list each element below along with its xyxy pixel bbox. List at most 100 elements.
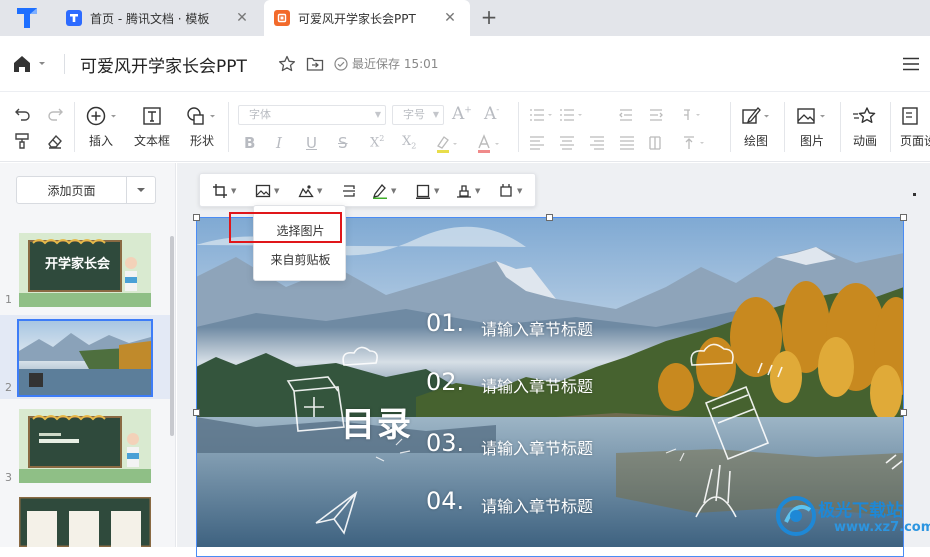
- save-status: 最近保存 15:01: [334, 55, 438, 72]
- check-circle-icon: [334, 56, 348, 71]
- slide-thumbnail[interactable]: [19, 497, 151, 547]
- redo-icon[interactable]: [46, 106, 64, 122]
- star-icon[interactable]: [278, 55, 296, 73]
- divider: [840, 102, 841, 152]
- align-icon: [457, 185, 471, 198]
- add-page-label[interactable]: 添加页面: [17, 177, 127, 203]
- animation-button[interactable]: 动画: [852, 106, 878, 149]
- resize-handle[interactable]: [193, 214, 200, 221]
- shape-button[interactable]: 形状: [186, 106, 218, 149]
- ribbon-toolbar: 插入 文本框 形状 字体 ▼ 字号 ▼ A+ A- B I U S X2 X2: [0, 92, 930, 162]
- site-watermark: 极光下载站 www.xz7.com: [762, 490, 930, 547]
- border-pen-icon: [373, 184, 387, 199]
- chapter-title[interactable]: 请输入章节标题: [481, 493, 593, 517]
- slide-heading[interactable]: 目录: [341, 397, 413, 446]
- bold-icon[interactable]: B: [244, 134, 255, 152]
- superscript-icon[interactable]: X2: [370, 134, 384, 150]
- clear-format-eraser-icon[interactable]: [46, 132, 64, 150]
- picture-button[interactable]: 图片: [796, 106, 828, 149]
- slide-thumbnail[interactable]: [19, 409, 151, 483]
- flip-icon: [343, 185, 355, 197]
- tab-label: 首页 - 腾讯文档 · 模板: [90, 11, 210, 26]
- tab-home-templates[interactable]: 首页 - 腾讯文档 · 模板 ✕: [56, 0, 262, 36]
- textbox-label: 文本框: [134, 134, 171, 148]
- chapter-number[interactable]: 01.: [426, 309, 464, 337]
- insert-button[interactable]: 插入: [84, 106, 118, 149]
- italic-icon[interactable]: I: [276, 134, 282, 152]
- draw-pen-icon: [742, 107, 769, 124]
- draw-button[interactable]: 绘图: [740, 106, 772, 149]
- resize-handle[interactable]: [900, 409, 907, 416]
- tencent-docs-logo-icon[interactable]: [14, 5, 40, 31]
- font-family-select[interactable]: 字体 ▼: [238, 105, 386, 125]
- chapter-number[interactable]: 02.: [426, 368, 464, 396]
- choose-picture-menu-item[interactable]: 选择图片: [254, 217, 347, 243]
- strikethrough-icon[interactable]: S: [338, 134, 348, 152]
- title-bar: 可爱风开学家长会PPT 最近保存 15:01: [0, 36, 930, 92]
- animation-label: 动画: [852, 134, 877, 148]
- tab-bar: 首页 - 腾讯文档 · 模板 ✕ 可爱风开学家长会PPT ✕ +: [0, 0, 930, 36]
- move-to-folder-icon[interactable]: [306, 56, 324, 72]
- more-options-button[interactable]: ▼: [498, 182, 522, 200]
- subscript-icon[interactable]: X2: [402, 134, 416, 151]
- animation-star-icon: [853, 107, 876, 123]
- close-icon[interactable]: ✕: [440, 8, 460, 28]
- chapter-title[interactable]: 请输入章节标题: [481, 316, 593, 340]
- chevron-down-icon: ▼: [374, 110, 381, 119]
- font-size-select[interactable]: 字号 ▼: [392, 105, 444, 125]
- home-button[interactable]: [12, 54, 48, 74]
- highlight-color-icon[interactable]: [434, 134, 460, 154]
- add-page-dropdown[interactable]: [127, 177, 155, 203]
- thumbnail-scrollbar[interactable]: [170, 236, 174, 436]
- font-color-icon[interactable]: [476, 134, 502, 154]
- close-icon[interactable]: ✕: [232, 8, 252, 28]
- flip-button[interactable]: [341, 182, 357, 200]
- undo-icon[interactable]: [14, 106, 32, 122]
- resize-handle[interactable]: [193, 409, 200, 416]
- underline-icon[interactable]: U: [306, 134, 317, 152]
- tab-current-ppt[interactable]: 可爱风开学家长会PPT ✕: [264, 0, 470, 36]
- resize-handle[interactable]: [900, 214, 907, 221]
- from-clipboard-menu-item[interactable]: 来自剪贴板: [254, 246, 347, 272]
- page-settings-label: 页面设: [900, 134, 930, 148]
- frame-style-button[interactable]: ▼: [415, 182, 439, 200]
- watermark-text: 极光下载站: [818, 501, 903, 521]
- crop-button[interactable]: ▼: [212, 182, 236, 200]
- textbox-button[interactable]: 文本框: [134, 106, 170, 149]
- slide-number: 3: [5, 471, 12, 484]
- image-adjust-button[interactable]: ▼: [298, 182, 322, 200]
- replace-image-dropdown: 选择图片 来自剪贴板: [253, 205, 346, 281]
- resize-handle[interactable]: [546, 214, 553, 221]
- hamburger-menu-icon[interactable]: [902, 56, 920, 72]
- chapter-number[interactable]: 03.: [426, 429, 464, 457]
- format-painter-icon[interactable]: [14, 132, 32, 150]
- slide-thumbnail-row[interactable]: [0, 493, 170, 547]
- replace-image-button[interactable]: ▼: [255, 182, 279, 200]
- decrease-font-size-icon[interactable]: A-: [484, 104, 499, 124]
- divider: [74, 102, 75, 152]
- chapter-number[interactable]: 04.: [426, 487, 464, 515]
- home-icon: [14, 56, 45, 72]
- list-indent-tools: [530, 109, 700, 121]
- slide-thumbnail-row-selected[interactable]: 2: [0, 315, 170, 399]
- chapter-title[interactable]: 请输入章节标题: [481, 435, 593, 459]
- new-tab-plus-icon[interactable]: +: [478, 6, 500, 28]
- slide-thumbnail-panel: 添加页面 1 开学家长会 2 3: [0, 163, 176, 547]
- document-title[interactable]: 可爱风开学家长会PPT: [80, 52, 247, 77]
- slide-thumbnail[interactable]: 开学家长会: [19, 233, 151, 307]
- chevron-down-icon: [137, 188, 145, 192]
- divider: [228, 102, 229, 152]
- slide-thumbnail[interactable]: [17, 319, 153, 397]
- image-format-toolbar: ▼ ▼ ▼ ▼ ▼ ▼ ▼: [199, 173, 536, 207]
- divider: [784, 102, 785, 152]
- divider: [890, 102, 891, 152]
- border-color-button[interactable]: ▼: [372, 182, 396, 200]
- add-page-button[interactable]: 添加页面: [16, 176, 156, 204]
- slide-thumbnail-row[interactable]: 1 开学家长会: [0, 229, 170, 311]
- page-settings-button[interactable]: 页面设: [900, 106, 930, 149]
- chapter-title[interactable]: 请输入章节标题: [481, 373, 593, 397]
- slide-thumbnail-row[interactable]: 3: [0, 405, 170, 487]
- picture-icon: [797, 108, 825, 124]
- increase-font-size-icon[interactable]: A+: [452, 104, 472, 124]
- align-button[interactable]: ▼: [456, 182, 480, 200]
